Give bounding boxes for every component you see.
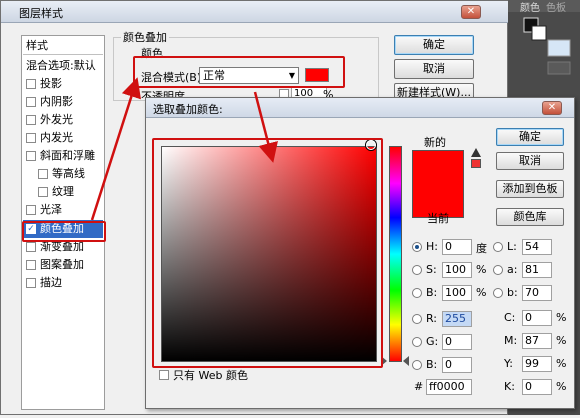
annotation-box-blend-mode (133, 56, 345, 88)
l-input[interactable]: 54 (522, 239, 552, 255)
web-only-label: 只有 Web 颜色 (173, 369, 248, 382)
k-label: K: (504, 380, 515, 393)
style-item-inner-shadow[interactable]: 内阴影 (23, 93, 103, 111)
radio-l[interactable] (493, 242, 503, 252)
close-icon[interactable]: ✕ (461, 5, 481, 19)
a-input[interactable]: 81 (522, 262, 552, 278)
color-picker-titlebar: 选取叠加颜色: ✕ (146, 98, 574, 118)
c-unit: % (556, 311, 567, 324)
style-item-blend-options[interactable]: 混合选项:默认 (23, 57, 103, 75)
l-label: L: (507, 240, 517, 253)
out-of-gamut-warning-icon[interactable] (471, 148, 481, 157)
b-input[interactable]: 100 (442, 285, 472, 301)
style-list-header: 样式 (23, 37, 103, 55)
color-libraries-button[interactable]: 颜色库 (496, 208, 564, 226)
style-item-stroke[interactable]: 描边 (23, 274, 103, 292)
radio-blue[interactable] (412, 360, 422, 370)
style-item-inner-glow[interactable]: 内发光 (23, 129, 103, 147)
style-item-outer-glow[interactable]: 外发光 (23, 111, 103, 129)
checkbox[interactable] (26, 97, 36, 107)
radio-a[interactable] (493, 265, 503, 275)
radio-s[interactable] (412, 265, 422, 275)
checkbox[interactable] (26, 205, 36, 215)
blue-label: B: (426, 358, 438, 371)
cancel-button[interactable]: 取消 (496, 152, 564, 170)
checkbox[interactable] (26, 133, 36, 143)
color-picker-title: 选取叠加颜色: (153, 103, 223, 116)
checkbox[interactable] (38, 187, 48, 197)
annotation-box-color-field (152, 138, 383, 368)
checkbox[interactable] (26, 79, 36, 89)
hex-label: # (414, 380, 424, 393)
style-item-bevel-emboss[interactable]: 斜面和浮雕 (23, 147, 103, 165)
h-label: H: (426, 240, 438, 253)
c-input[interactable]: 0 (522, 310, 552, 326)
radio-b[interactable] (412, 288, 422, 298)
layer-style-titlebar: 图层样式 ✕ (1, 1, 509, 23)
group-title: 颜色叠加 (121, 29, 169, 45)
style-item-drop-shadow[interactable]: 投影 (23, 75, 103, 93)
blue-input[interactable]: 0 (442, 357, 472, 373)
hue-slider-right-arrow-icon[interactable] (403, 356, 409, 366)
y-label: Y: (504, 357, 513, 370)
checkbox[interactable] (26, 242, 36, 252)
k-unit: % (556, 380, 567, 393)
ok-button[interactable]: 确定 (394, 35, 474, 55)
radio-h[interactable] (412, 242, 422, 252)
k-input[interactable]: 0 (522, 379, 552, 395)
y-input[interactable]: 99 (522, 356, 552, 372)
checkbox[interactable] (26, 151, 36, 161)
current-color-label: 当前 (427, 212, 449, 225)
s-input[interactable]: 100 (442, 262, 472, 278)
lab-b-input[interactable]: 70 (522, 285, 552, 301)
add-to-swatches-button[interactable]: 添加到色板 (496, 180, 564, 198)
h-unit: 度 (476, 242, 487, 255)
tab-swatches[interactable]: 色板 (546, 0, 566, 14)
tab-color[interactable]: 颜色 (520, 0, 540, 14)
checkbox[interactable] (26, 260, 36, 270)
hue-slider[interactable] (389, 146, 402, 362)
a-label: a: (507, 263, 518, 276)
close-icon[interactable]: ✕ (542, 101, 562, 115)
cancel-button[interactable]: 取消 (394, 59, 474, 79)
style-item-texture[interactable]: 纹理 (23, 183, 103, 201)
panel-tabbar (508, 0, 580, 12)
c-label: C: (504, 311, 516, 324)
style-item-contour[interactable]: 等高线 (23, 165, 103, 183)
layer-style-title: 图层样式 (19, 7, 63, 20)
b-unit: % (476, 286, 487, 299)
lab-b-label: b: (507, 286, 518, 299)
h-input[interactable]: 0 (442, 239, 472, 255)
annotation-box-color-overlay (22, 221, 106, 242)
checkbox[interactable] (38, 169, 48, 179)
r-input[interactable]: 255 (442, 311, 472, 327)
b-label: B: (426, 286, 438, 299)
g-input[interactable]: 0 (442, 334, 472, 350)
checkbox[interactable] (26, 115, 36, 125)
s-label: S: (426, 263, 437, 276)
s-unit: % (476, 263, 487, 276)
web-only-checkbox[interactable] (159, 370, 169, 380)
r-label: R: (426, 312, 438, 325)
new-color-label: 新的 (424, 136, 446, 149)
style-item-satin[interactable]: 光泽 (23, 201, 103, 219)
checkbox[interactable] (26, 278, 36, 288)
gamut-color-swatch[interactable] (471, 159, 481, 168)
m-input[interactable]: 87 (522, 333, 552, 349)
y-unit: % (556, 357, 567, 370)
m-label: M: (504, 334, 518, 347)
new-color-swatch (412, 150, 464, 184)
radio-lab-b[interactable] (493, 288, 503, 298)
radio-g[interactable] (412, 337, 422, 347)
radio-r[interactable] (412, 314, 422, 324)
ok-button[interactable]: 确定 (496, 128, 564, 146)
style-item-pattern-overlay[interactable]: 图案叠加 (23, 256, 103, 274)
hex-input[interactable]: ff0000 (426, 379, 472, 395)
m-unit: % (556, 334, 567, 347)
g-label: G: (426, 335, 439, 348)
